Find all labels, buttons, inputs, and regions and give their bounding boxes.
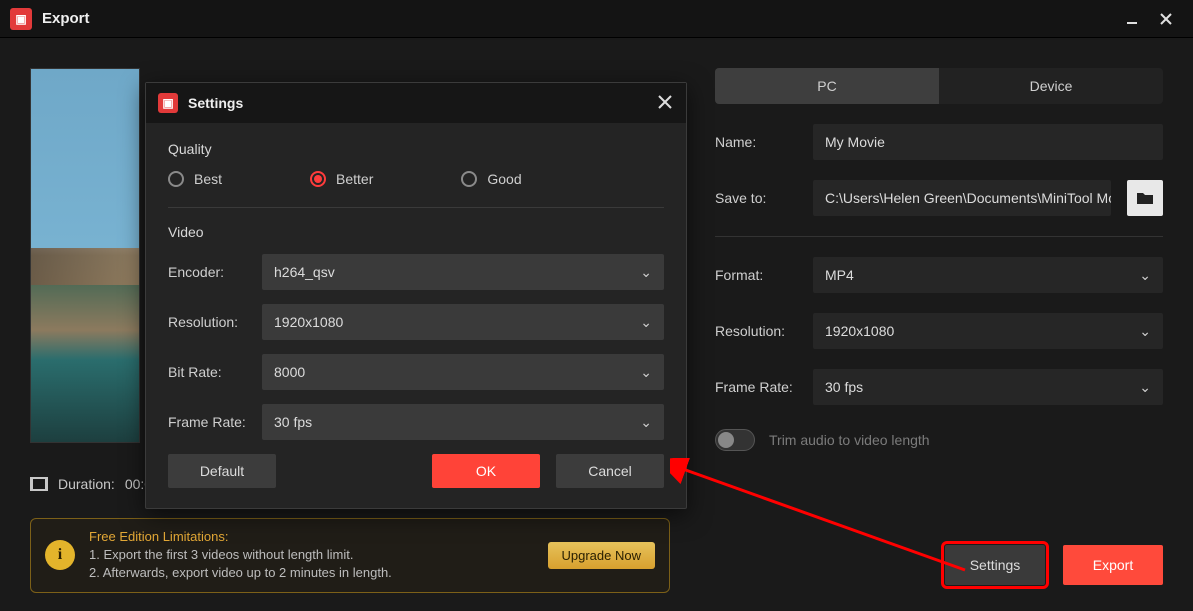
quality-better-label: Better (336, 171, 373, 187)
saveto-input[interactable]: C:\Users\Helen Green\Documents\MiniTool … (813, 180, 1111, 216)
close-window-button[interactable] (1149, 4, 1183, 34)
settings-button[interactable]: Settings (945, 545, 1045, 585)
export-button[interactable]: Export (1063, 545, 1163, 585)
upgrade-button[interactable]: Upgrade Now (548, 542, 656, 569)
chevron-down-icon: ⌄ (1139, 323, 1151, 340)
name-label: Name: (715, 134, 797, 150)
resolution-label: Resolution: (715, 323, 797, 339)
bitrate-select[interactable]: 8000 ⌄ (262, 354, 664, 390)
duration-row: Duration: 00:0 (30, 476, 152, 492)
quality-section-title: Quality (168, 141, 664, 157)
app-icon: ▣ (10, 8, 32, 30)
framerate-label: Frame Rate: (715, 379, 797, 395)
film-icon (30, 477, 48, 491)
saveto-label: Save to: (715, 190, 797, 206)
encoder-value: h264_qsv (274, 264, 335, 280)
duration-label: Duration: (58, 476, 115, 492)
notice-line-1: 1. Export the first 3 videos without len… (89, 546, 534, 564)
dlg-resolution-select[interactable]: 1920x1080 ⌄ (262, 304, 664, 340)
video-thumbnail (30, 68, 140, 443)
format-select[interactable]: MP4 ⌄ (813, 257, 1163, 293)
chevron-down-icon: ⌄ (640, 414, 652, 431)
resolution-value: 1920x1080 (825, 323, 894, 339)
footer-buttons: Settings Export (945, 545, 1163, 585)
quality-best-radio[interactable]: Best (168, 171, 222, 187)
format-label: Format: (715, 267, 797, 283)
chevron-down-icon: ⌄ (640, 264, 652, 281)
ok-button[interactable]: OK (432, 454, 540, 488)
format-value: MP4 (825, 267, 854, 283)
annotation-arrow (670, 458, 980, 578)
resolution-select[interactable]: 1920x1080 ⌄ (813, 313, 1163, 349)
dlg-framerate-value: 30 fps (274, 414, 312, 430)
dialog-title: Settings (188, 95, 243, 111)
window-title: Export (42, 10, 90, 27)
bitrate-label: Bit Rate: (168, 364, 248, 380)
name-input[interactable]: My Movie (813, 124, 1163, 160)
tab-device[interactable]: Device (939, 68, 1163, 104)
video-section-title: Video (168, 224, 664, 240)
dlg-resolution-label: Resolution: (168, 314, 248, 330)
quality-good-radio[interactable]: Good (461, 171, 521, 187)
default-button[interactable]: Default (168, 454, 276, 488)
main-area: Duration: 00:0 PC Device Name: My Movie … (0, 38, 1193, 611)
trim-audio-toggle[interactable] (715, 429, 755, 451)
encoder-label: Encoder: (168, 264, 248, 280)
info-icon: i (45, 540, 75, 570)
app-icon: ▣ (158, 93, 178, 113)
chevron-down-icon: ⌄ (1139, 379, 1151, 396)
minimize-button[interactable] (1115, 4, 1149, 34)
encoder-select[interactable]: h264_qsv ⌄ (262, 254, 664, 290)
target-tabs: PC Device (715, 68, 1163, 104)
cancel-button[interactable]: Cancel (556, 454, 664, 488)
tab-pc[interactable]: PC (715, 68, 939, 104)
dialog-close-button[interactable] (656, 93, 674, 114)
dlg-framerate-select[interactable]: 30 fps ⌄ (262, 404, 664, 440)
free-edition-notice: i Free Edition Limitations: 1. Export th… (30, 518, 670, 593)
quality-better-radio[interactable]: Better (310, 171, 373, 187)
framerate-value: 30 fps (825, 379, 863, 395)
quality-best-label: Best (194, 171, 222, 187)
export-options-panel: PC Device Name: My Movie Save to: C:\Use… (715, 68, 1163, 451)
quality-good-label: Good (487, 171, 521, 187)
settings-dialog: ▣ Settings Quality Best Better Go (145, 82, 687, 509)
trim-audio-label: Trim audio to video length (769, 432, 930, 448)
chevron-down-icon: ⌄ (1139, 267, 1151, 284)
chevron-down-icon: ⌄ (640, 364, 652, 381)
browse-button[interactable] (1127, 180, 1163, 216)
chevron-down-icon: ⌄ (640, 314, 652, 331)
dlg-resolution-value: 1920x1080 (274, 314, 343, 330)
titlebar: ▣ Export (0, 0, 1193, 38)
bitrate-value: 8000 (274, 364, 305, 380)
notice-title: Free Edition Limitations: (89, 529, 534, 544)
framerate-select[interactable]: 30 fps ⌄ (813, 369, 1163, 405)
dlg-framerate-label: Frame Rate: (168, 414, 248, 430)
notice-line-2: 2. Afterwards, export video up to 2 minu… (89, 564, 534, 582)
